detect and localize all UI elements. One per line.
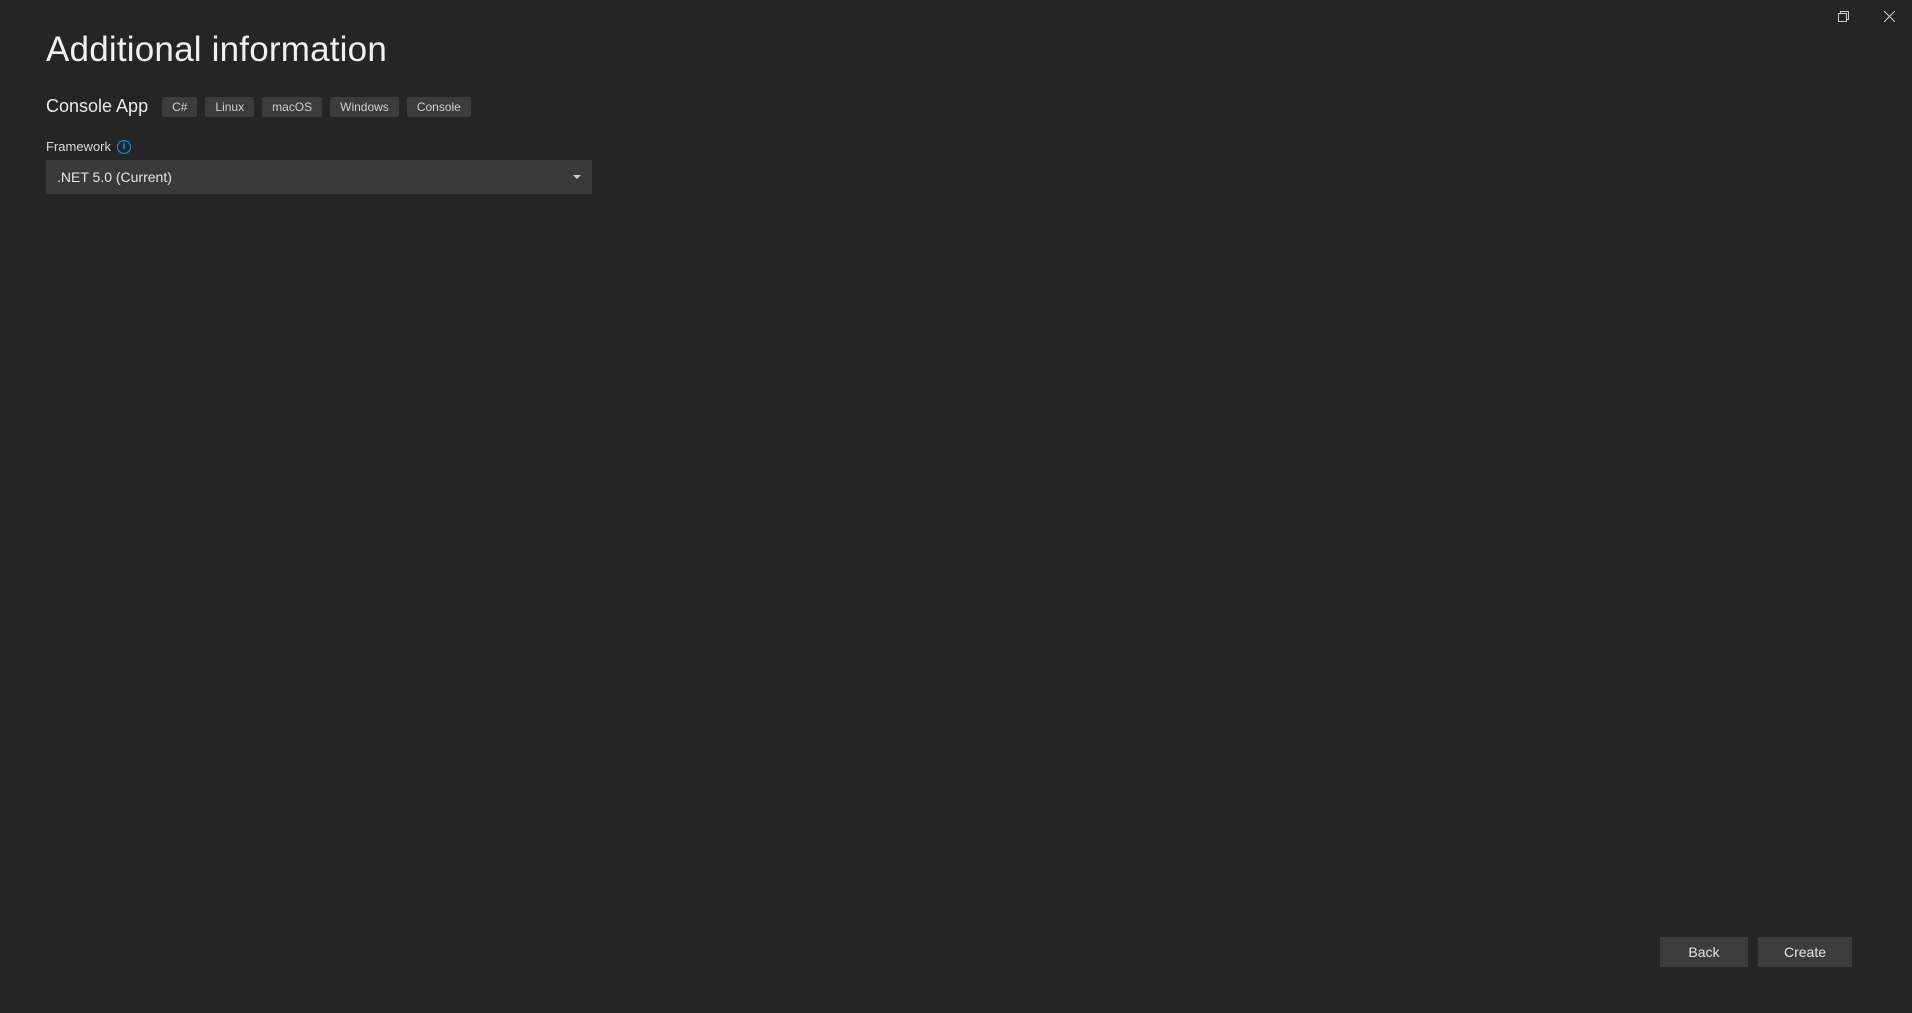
tag: C#	[162, 97, 197, 117]
tag: macOS	[262, 97, 322, 117]
restore-icon	[1838, 11, 1849, 22]
framework-dropdown[interactable]: .NET 5.0 (Current)	[46, 160, 592, 194]
tag: Windows	[330, 97, 399, 117]
framework-label-row: Framework i	[46, 139, 1912, 154]
template-name: Console App	[46, 96, 148, 117]
page-title: Additional information	[46, 30, 1912, 70]
chevron-down-icon	[573, 175, 581, 179]
framework-selected-value: .NET 5.0 (Current)	[57, 169, 172, 185]
template-row: Console App C# Linux macOS Windows Conso…	[46, 96, 1912, 117]
back-button[interactable]: Back	[1660, 937, 1748, 967]
main-content: Additional information Console App C# Li…	[0, 0, 1912, 194]
create-button[interactable]: Create	[1758, 937, 1852, 967]
tag: Console	[407, 97, 471, 117]
framework-label: Framework	[46, 139, 111, 154]
close-window-button[interactable]	[1866, 0, 1912, 32]
window-titlebar	[1820, 0, 1912, 32]
template-tags: C# Linux macOS Windows Console	[162, 97, 471, 117]
footer-buttons: Back Create	[1660, 937, 1852, 967]
info-icon[interactable]: i	[117, 140, 131, 154]
close-icon	[1884, 11, 1895, 22]
tag: Linux	[205, 97, 254, 117]
maximize-restore-button[interactable]	[1820, 0, 1866, 32]
